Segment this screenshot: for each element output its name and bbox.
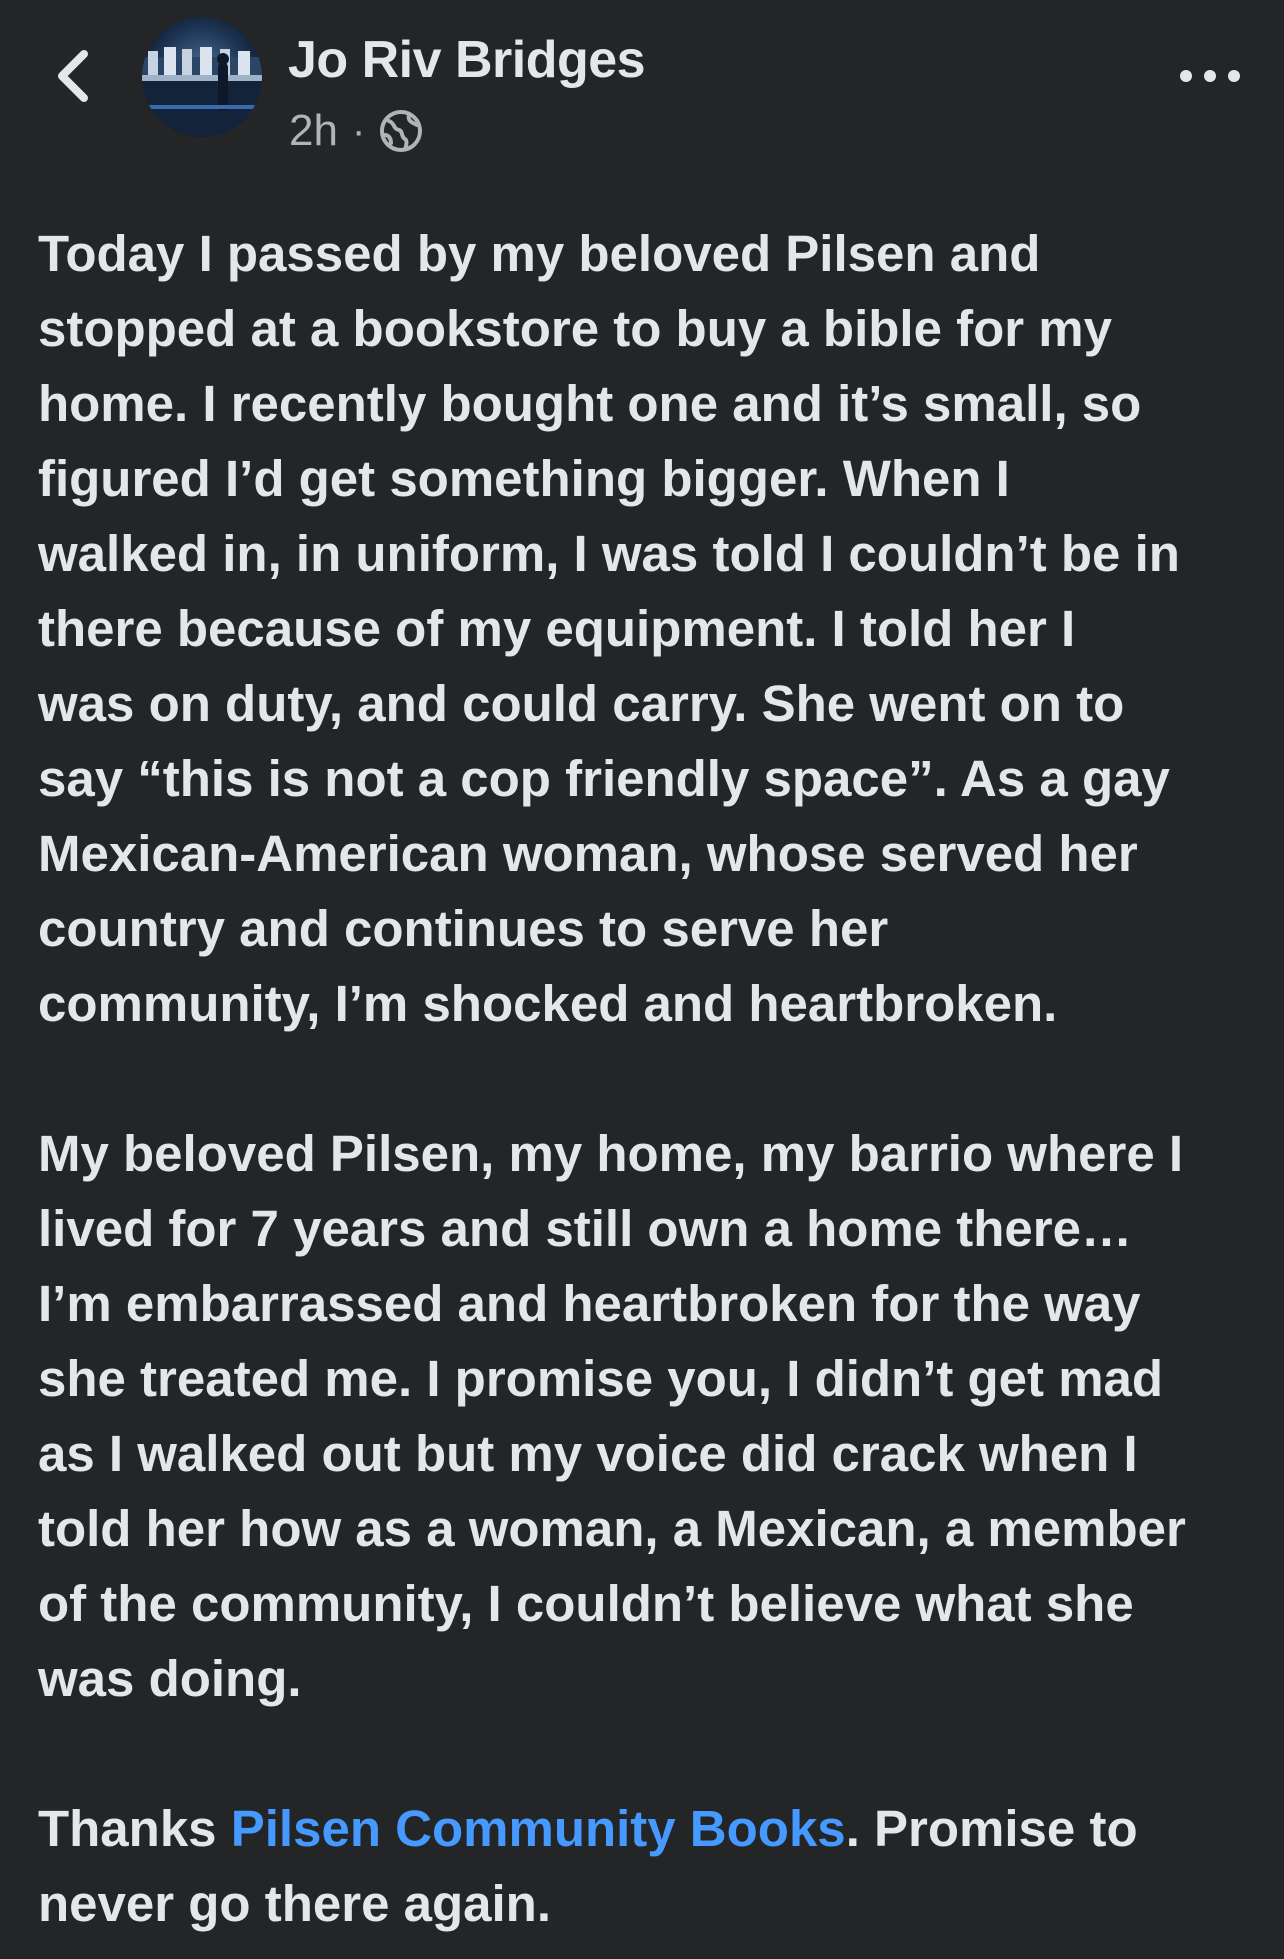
post-meta: 2h · (289, 106, 423, 156)
post-paragraph-3: Thanks Pilsen Community Books. Promise t… (38, 1791, 1258, 1941)
page-link[interactable]: Pilsen Community Books (231, 1800, 846, 1857)
paragraph-3-line-2: never go there again. (38, 1875, 551, 1932)
more-options-button[interactable] (1180, 56, 1240, 96)
globe-icon[interactable] (379, 109, 423, 153)
post-header: Jo Riv Bridges 2h · (0, 0, 1284, 170)
profile-photo (142, 17, 262, 137)
paragraph-3-prefix: Thanks (38, 1800, 231, 1857)
author-name[interactable]: Jo Riv Bridges (288, 30, 646, 90)
post-time[interactable]: 2h (289, 106, 338, 156)
paragraph-3-suffix: . Promise to (845, 1800, 1138, 1857)
post-paragraph-1: Today I passed by my beloved Pilsen and … (38, 225, 1180, 1032)
back-button[interactable] (44, 44, 100, 108)
more-horizontal-icon (1180, 70, 1192, 82)
meta-separator: · (351, 108, 366, 153)
post-text: Today I passed by my beloved Pilsen and … (38, 216, 1258, 1941)
chevron-left-icon (58, 50, 88, 102)
post-paragraph-2: My beloved Pilsen, my home, my barrio wh… (38, 1125, 1186, 1707)
avatar[interactable] (142, 17, 262, 137)
